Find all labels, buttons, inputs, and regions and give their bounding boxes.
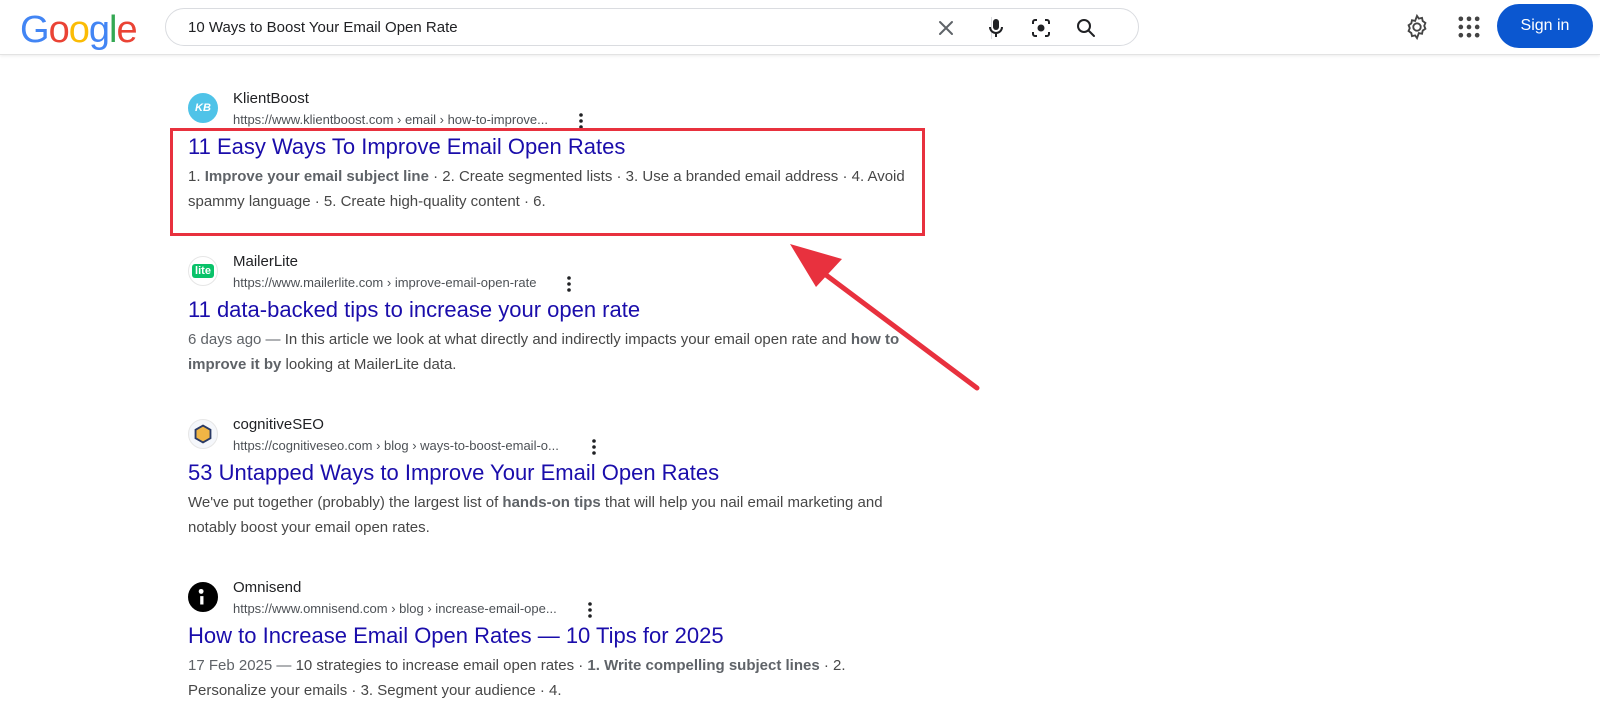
lens-camera-icon[interactable] <box>1029 16 1053 40</box>
search-box[interactable] <box>165 8 1139 46</box>
site-favicon-icon <box>188 582 218 612</box>
microphone-icon[interactable] <box>984 16 1008 40</box>
result-title-link[interactable]: 11 data-backed tips to increase your ope… <box>188 296 640 324</box>
clear-icon[interactable] <box>934 16 958 40</box>
result-snippet: 6 days ago — In this article we look at … <box>188 327 928 377</box>
snippet-text: 17 Feb 2025 — <box>188 657 296 674</box>
favicon-text: KB <box>195 102 211 114</box>
snippet-text: 10 strategies to increase email open rat… <box>295 657 588 674</box>
sign-in-button[interactable]: Sign in <box>1497 4 1593 48</box>
settings-gear-icon[interactable] <box>1403 13 1431 41</box>
search-input[interactable] <box>188 16 888 38</box>
result-site-name[interactable]: Omnisend <box>233 579 301 596</box>
search-icon[interactable] <box>1074 16 1098 40</box>
logo-letter: o <box>48 9 70 51</box>
snippet-text: 6 days ago — <box>188 331 285 348</box>
result-url[interactable]: https://www.klientboost.com › email › ho… <box>233 112 548 127</box>
snippet-text: In this article we look at what directly… <box>284 331 851 348</box>
top-bar: Google Sign in <box>0 0 1600 55</box>
snippet-highlight: Improve your email subject line <box>204 168 429 185</box>
more-options-icon[interactable] <box>561 274 577 294</box>
site-favicon-icon <box>188 419 218 449</box>
result-url[interactable]: https://www.mailerlite.com › improve-ema… <box>233 275 536 290</box>
logo-letter: g <box>88 9 110 51</box>
favicon-text: lite <box>192 264 214 278</box>
result-snippet: 1. Improve your email subject line · 2. … <box>188 164 928 214</box>
snippet-text: We've put together (probably) the larges… <box>188 494 503 511</box>
snippet-highlight: hands-on tips <box>502 494 601 511</box>
result-title-link[interactable]: 53 Untapped Ways to Improve Your Email O… <box>188 459 719 487</box>
result-snippet: We've put together (probably) the larges… <box>188 490 928 540</box>
logo-letter: o <box>68 9 90 51</box>
result-site-name[interactable]: cognitiveSEO <box>233 416 324 433</box>
google-logo[interactable]: Google <box>20 6 138 54</box>
more-options-icon[interactable] <box>586 437 602 457</box>
hexagon-logo-icon <box>194 424 212 444</box>
result-url[interactable]: https://www.omnisend.com › blog › increa… <box>233 601 557 616</box>
result-title-link[interactable]: How to Increase Email Open Rates — 10 Ti… <box>188 622 724 650</box>
logo-letter: G <box>20 9 50 51</box>
snippet-text: looking at MailerLite data. <box>281 356 457 373</box>
more-options-icon[interactable] <box>573 111 589 131</box>
result-site-name[interactable]: MailerLite <box>233 253 298 270</box>
apps-grid-icon[interactable] <box>1455 13 1483 41</box>
logo-letter: e <box>116 9 137 51</box>
site-favicon-icon: KB <box>188 93 218 123</box>
snippet-highlight: 1. Write compelling subject lines <box>587 657 820 674</box>
result-site-name[interactable]: KlientBoost <box>233 90 309 107</box>
omnisend-logo-icon <box>198 588 204 605</box>
site-favicon-icon: lite <box>188 256 218 286</box>
result-title-link[interactable]: 11 Easy Ways To Improve Email Open Rates <box>188 133 625 161</box>
logo-letter: l <box>108 9 118 51</box>
more-options-icon[interactable] <box>582 600 598 620</box>
result-snippet: 17 Feb 2025 — 10 strategies to increase … <box>188 653 928 703</box>
result-url[interactable]: https://cognitiveseo.com › blog › ways-t… <box>233 438 559 453</box>
snippet-text: 1. <box>188 168 205 185</box>
